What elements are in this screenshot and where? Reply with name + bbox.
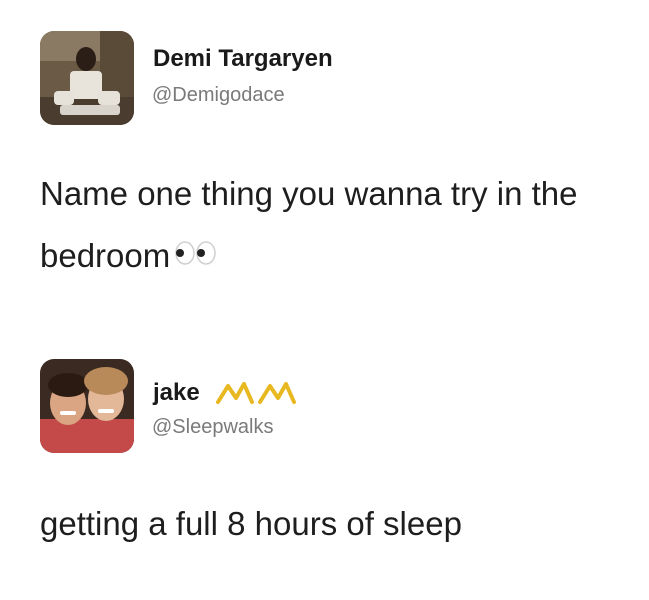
display-name-demi[interactable]: Demi Targaryen [153, 45, 333, 73]
avatar-jake[interactable] [40, 359, 134, 453]
tweet-text-jake: getting a full 8 hours of sleep [40, 493, 630, 555]
tweet-body-demi: Name one thing you wanna try in the bedr… [40, 175, 578, 274]
crown-icon [214, 378, 300, 415]
tweet-demi: Demi Targaryen @Demigodace Name one thin… [0, 0, 649, 300]
handle-demi[interactable]: @Demigodace [152, 84, 285, 107]
tweet-text-demi: Name one thing you wanna try in the bedr… [40, 163, 630, 287]
avatar-jake-photo [40, 359, 134, 453]
avatar-demi[interactable] [40, 31, 134, 125]
tweet-body-jake: getting a full 8 hours of sleep [40, 505, 462, 542]
avatar-demi-photo [40, 31, 134, 125]
handle-jake[interactable]: @Sleepwalks [152, 416, 273, 439]
display-name-jake[interactable]: jake [153, 379, 200, 407]
eyes-icon [174, 224, 218, 286]
tweet-jake: jake @Sleepwalks getting a full 8 hours … [0, 345, 649, 565]
